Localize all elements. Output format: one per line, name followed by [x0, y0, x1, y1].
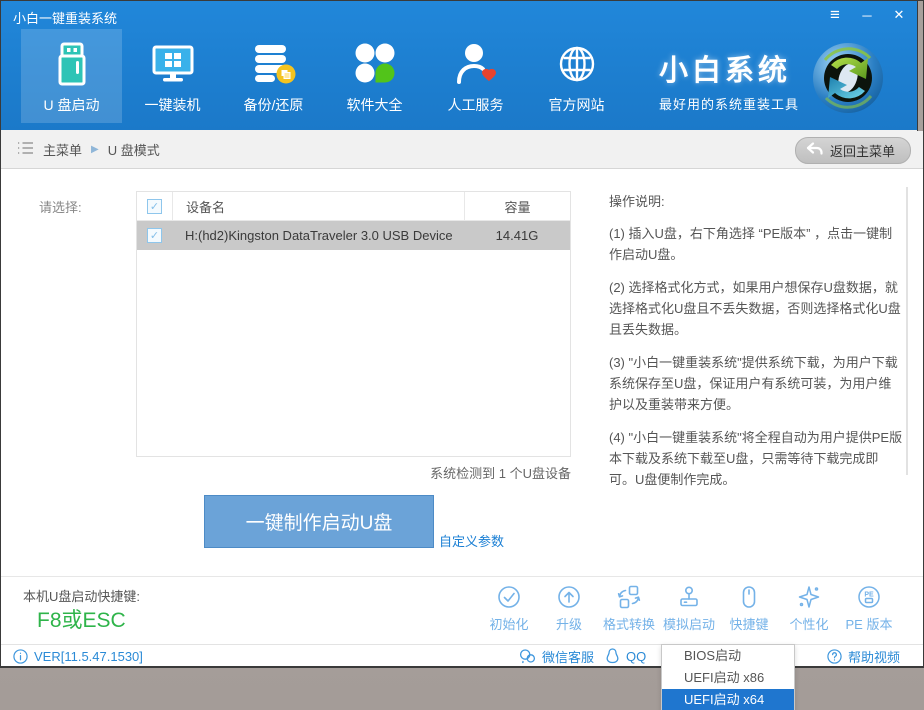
device-checkbox[interactable]: ✓ — [147, 228, 162, 243]
device-table-header: ✓ 设备名 容量 — [137, 192, 570, 221]
minimize-icon[interactable]: ─ — [859, 6, 875, 26]
nav-item-usb-boot[interactable]: U 盘启动 — [21, 29, 122, 123]
tool-format-convert[interactable]: 格式转换 — [599, 583, 659, 633]
app-window: 小白一键重装系统 ≡ ─ ✕ U 盘启动 — [0, 0, 924, 668]
header-device-name: 设备名 — [173, 192, 465, 220]
wechat-label: 微信客服 — [542, 647, 594, 666]
joystick-icon — [659, 583, 719, 611]
close-icon[interactable]: ✕ — [891, 6, 907, 26]
nav-item-backup-restore[interactable]: 备份/还原 — [223, 29, 324, 123]
star-sparkle-icon — [779, 583, 839, 611]
desktop-edge — [917, 1, 924, 131]
mouse-icon — [719, 583, 779, 611]
tool-personalize[interactable]: 个性化 — [779, 583, 839, 633]
pe-badge-icon: PE — [839, 583, 899, 611]
pe-version-dropdown: BIOS启动 UEFI启动 x86 UEFI启动 x64 — [661, 644, 795, 710]
qq-label: QQ — [626, 649, 646, 664]
instruction-step: (4) "小白一键重装系统"将全程自动为用户提供PE版本下载及系统下载至U盘，只… — [609, 427, 903, 490]
bottom-panel: 本机U盘启动快捷键: F8或ESC 初始化 升级 — [1, 576, 923, 644]
instruction-step: (2) 选择格式化方式，如果用户想保存U盘数据，就选择格式化U盘且不丢失数据，否… — [609, 277, 903, 340]
version-info: VER[11.5.47.1530] — [13, 645, 143, 667]
dropdown-item-uefi-x64[interactable]: UEFI启动 x64 — [662, 689, 794, 710]
device-name: H:(hd2)Kingston DataTraveler 3.0 USB Dev… — [172, 228, 464, 243]
tool-hotkeys[interactable]: 快捷键 — [719, 583, 779, 633]
device-table: ✓ 设备名 容量 ✓ H:(hd2)Kingston DataTraveler … — [136, 191, 571, 457]
backup-restore-icon — [223, 29, 324, 95]
wechat-icon — [519, 649, 536, 664]
dropdown-item-uefi-x86[interactable]: UEFI启动 x86 — [662, 667, 794, 689]
help-video-link[interactable]: 帮助视频 — [827, 645, 900, 667]
version-text: VER[11.5.47.1530] — [34, 649, 143, 664]
back-to-main-menu-button[interactable]: 返回主菜单 — [795, 137, 911, 164]
main-content: 请选择: ✓ 设备名 容量 ✓ H:(hd2)Kingston DataTrav… — [1, 169, 923, 576]
header: 小白一键重装系统 ≡ ─ ✕ U 盘启动 — [1, 1, 923, 130]
qq-penguin-icon — [605, 648, 620, 664]
nav-label: 官方网站 — [526, 95, 627, 115]
device-table-row[interactable]: ✓ H:(hd2)Kingston DataTraveler 3.0 USB D… — [137, 221, 570, 250]
instructions-title: 操作说明: — [609, 191, 903, 210]
tool-pe-version[interactable]: PE PE 版本 — [839, 583, 899, 633]
instructions-panel: 操作说明: (1) 插入U盘，右下角选择 “PE版本” ，点击一键制作启动U盘。… — [609, 191, 903, 502]
detect-status-text: 系统检测到 1 个U盘设备 — [136, 463, 571, 482]
help-label: 帮助视频 — [848, 647, 900, 666]
usb-drive-icon — [21, 29, 122, 95]
tool-simulate-boot[interactable]: 模拟启动 — [659, 583, 719, 633]
breadcrumb: 主菜单 ▶ U 盘模式 — [17, 130, 160, 169]
nav-label: 软件大全 — [324, 95, 425, 115]
instruction-step: (1) 插入U盘，右下角选择 “PE版本” ，点击一键制作启动U盘。 — [609, 223, 903, 265]
nav-item-official-website[interactable]: 官方网站 — [526, 29, 627, 123]
header-checkbox-cell: ✓ — [137, 192, 173, 220]
nav-item-customer-service[interactable]: 人工服务 — [425, 29, 526, 123]
custom-params-link[interactable]: 自定义参数 — [439, 531, 504, 550]
question-icon — [827, 649, 842, 664]
header-capacity: 容量 — [465, 197, 570, 216]
monitor-install-icon — [122, 29, 223, 95]
check-circle-icon — [479, 583, 539, 611]
svg-text:PE: PE — [864, 592, 874, 599]
breadcrumb-bar: 主菜单 ▶ U 盘模式 返回主菜单 — [1, 130, 923, 169]
hotkey-label: 本机U盘启动快捷键: — [23, 586, 140, 605]
nav-item-software-collection[interactable]: 软件大全 — [324, 29, 425, 123]
screenshot-root: { "window": { "title": "小白一键重装系统", "cont… — [0, 0, 924, 710]
info-icon — [13, 649, 28, 664]
select-label: 请选择: — [39, 197, 82, 216]
tool-initialize[interactable]: 初始化 — [479, 583, 539, 633]
instruction-step: (3) "小白一键重装系统"提供系统下载，为用户下载系统保存至U盘，保证用户有系… — [609, 352, 903, 415]
list-icon — [17, 141, 34, 158]
nav-label: 备份/还原 — [223, 95, 324, 115]
nav-label: 一键装机 — [122, 95, 223, 115]
scrollbar-track[interactable] — [906, 187, 908, 475]
window-controls: ≡ ─ ✕ — [827, 6, 907, 26]
back-arrow-icon — [806, 141, 823, 160]
back-button-label: 返回主菜单 — [830, 141, 895, 160]
nav-label: U 盘启动 — [21, 95, 122, 115]
nav-label: 人工服务 — [425, 95, 526, 115]
row-checkbox-cell: ✓ — [137, 221, 172, 250]
swirl-arrows-logo-icon — [811, 41, 885, 115]
hotkey-keys: F8或ESC — [37, 604, 126, 634]
qq-support-link[interactable]: QQ — [605, 645, 646, 667]
tools-row: 初始化 升级 格式转换 — [479, 583, 899, 633]
brand: 小白系统 最好用的系统重装工具 — [659, 47, 799, 113]
customer-service-icon — [425, 29, 526, 95]
wechat-support-link[interactable]: 微信客服 — [519, 645, 594, 667]
brand-slogan: 最好用的系统重装工具 — [659, 94, 799, 113]
dropdown-item-bios[interactable]: BIOS启动 — [662, 645, 794, 667]
software-collection-icon — [324, 29, 425, 95]
breadcrumb-root[interactable]: 主菜单 — [43, 140, 82, 159]
nav-item-one-click-install[interactable]: 一键装机 — [122, 29, 223, 123]
make-boot-usb-button[interactable]: 一键制作启动U盘 — [204, 495, 434, 548]
menu-icon[interactable]: ≡ — [827, 6, 843, 26]
breadcrumb-arrow-icon: ▶ — [91, 144, 99, 155]
window-title: 小白一键重装系统 — [13, 8, 117, 27]
device-capacity: 14.41G — [464, 228, 570, 243]
breadcrumb-current: U 盘模式 — [108, 140, 160, 159]
upgrade-arrow-icon — [539, 583, 599, 611]
tool-upgrade[interactable]: 升级 — [539, 583, 599, 633]
official-website-icon — [526, 29, 627, 95]
format-convert-icon — [599, 583, 659, 611]
brand-name: 小白系统 — [659, 47, 799, 89]
select-all-checkbox[interactable]: ✓ — [147, 199, 162, 214]
